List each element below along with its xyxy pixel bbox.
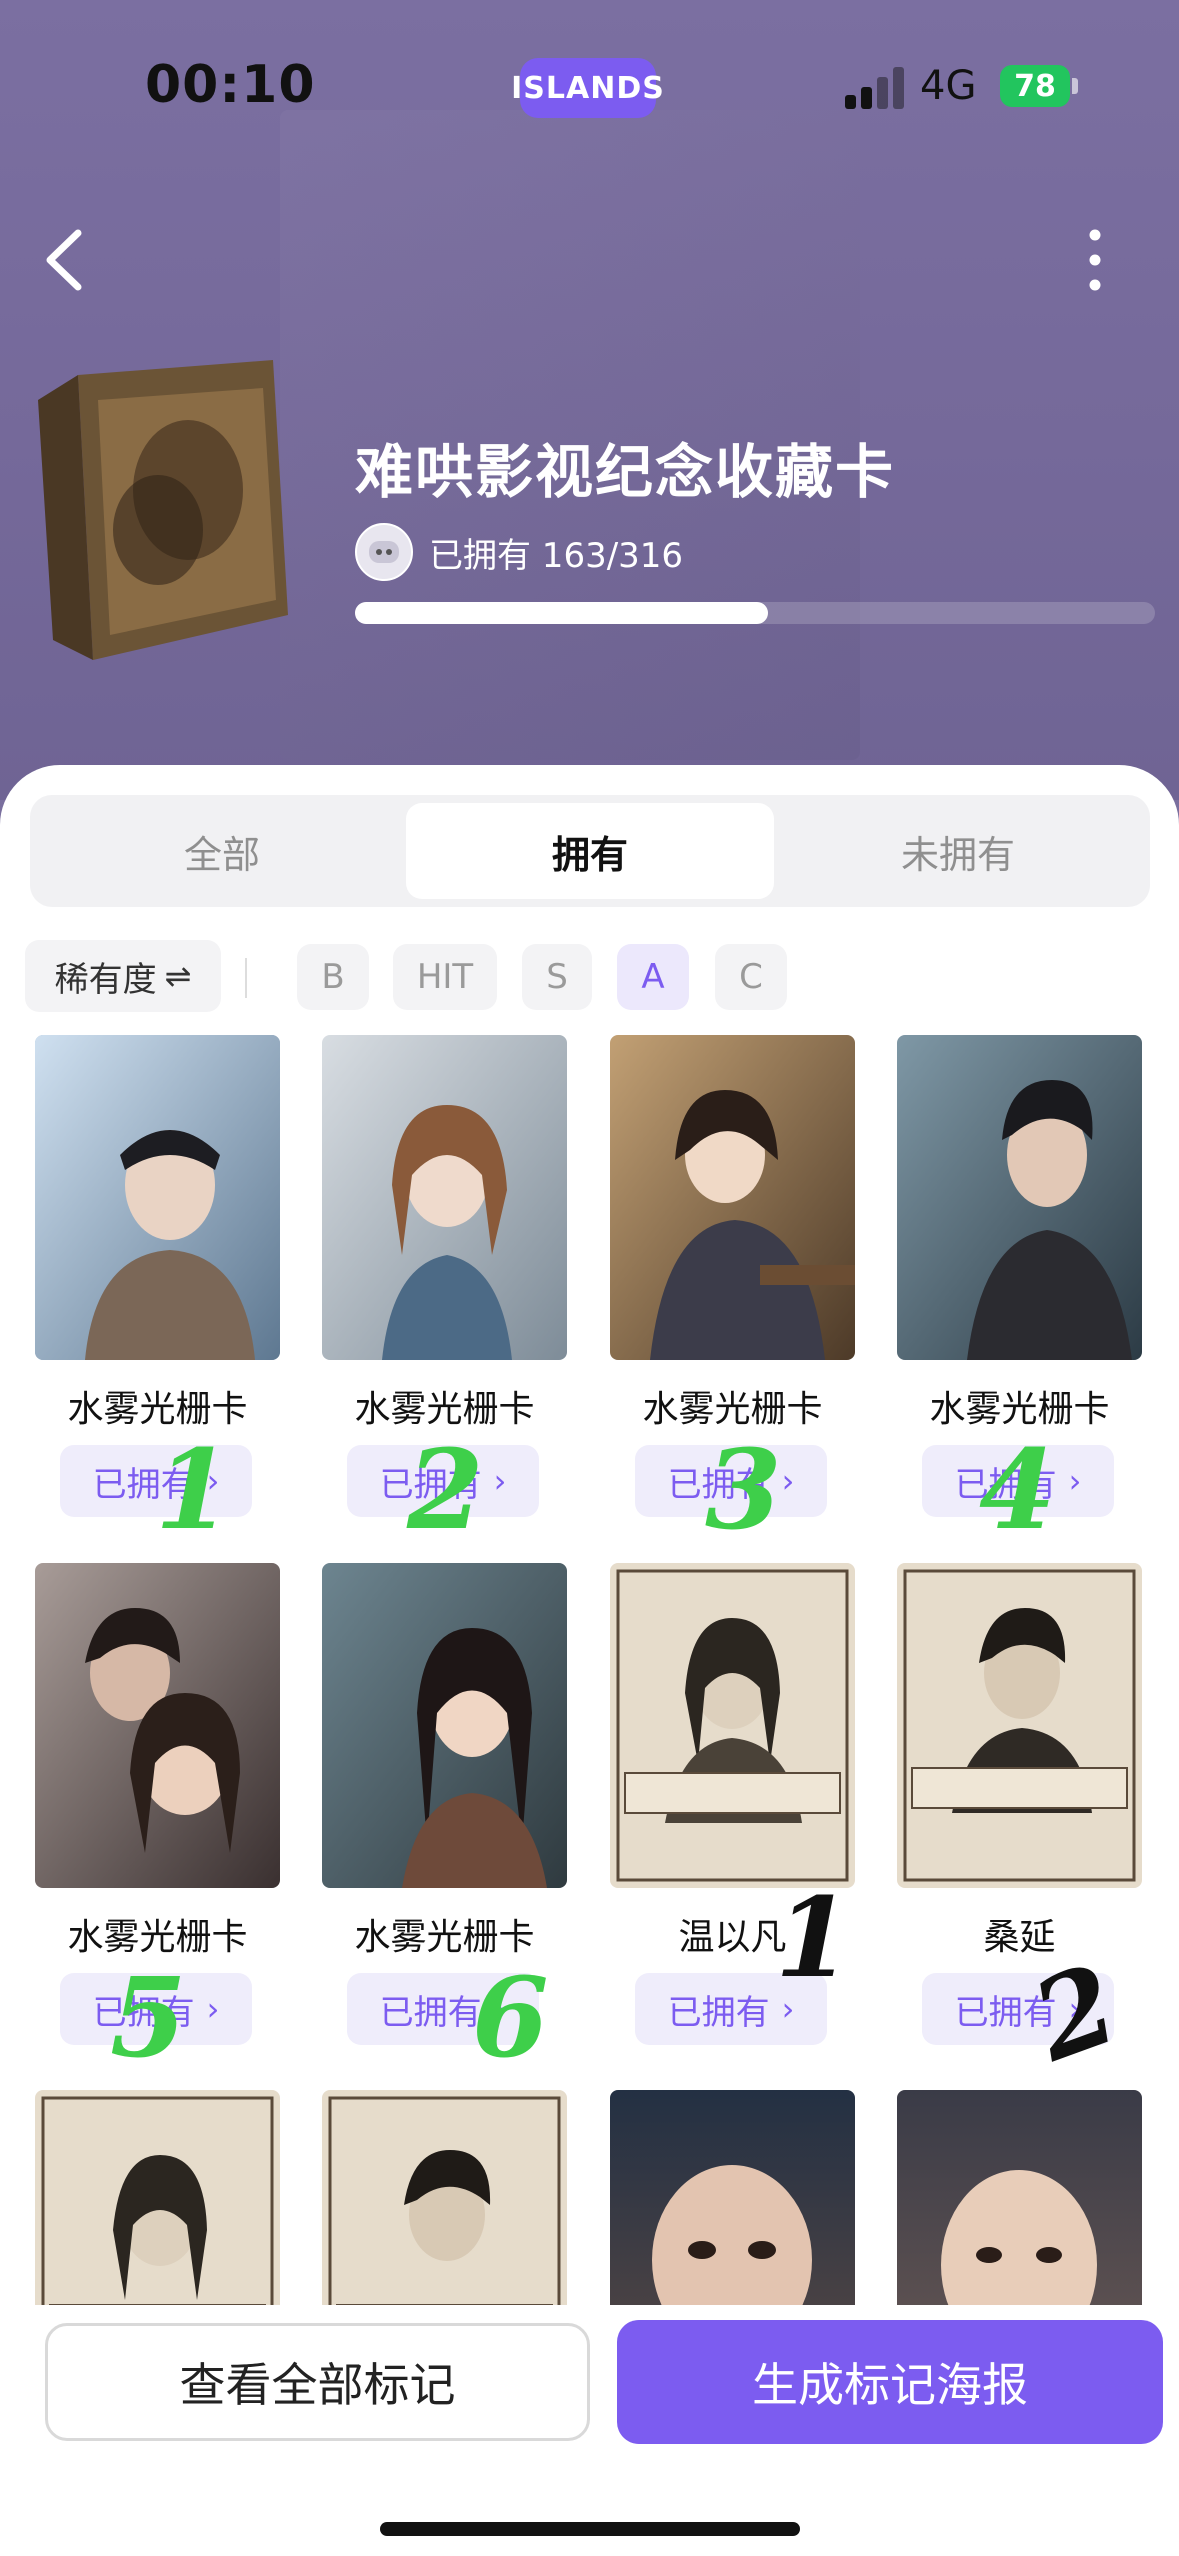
battery-level: 78: [1014, 68, 1056, 104]
more-icon[interactable]: [1080, 225, 1110, 295]
ownership-tabs: 全部 拥有 未拥有: [30, 795, 1150, 907]
chip-hit[interactable]: HIT: [393, 944, 497, 1010]
owned-label: 已拥有: [92, 1464, 195, 1505]
collection-progress: [355, 602, 1155, 624]
owned-button[interactable]: 已拥有 ›: [922, 1973, 1114, 2045]
card-image: [322, 1563, 567, 1888]
card-image: [35, 1563, 280, 1888]
chip-a[interactable]: A: [617, 944, 689, 1010]
battery-icon: 78: [1000, 65, 1070, 107]
card-image: [35, 1035, 280, 1360]
owned-count: 已拥有 163/316: [429, 535, 684, 576]
robot-avatar-icon: [369, 541, 399, 563]
card-title: 水雾光栅卡: [67, 1389, 248, 1430]
owned-button[interactable]: 已拥有 ›: [347, 1973, 539, 2045]
cellular-signal-icon: [845, 65, 907, 109]
status-bar: 00:10 ISLANDS 4G 78: [0, 0, 1179, 180]
collection-progress-fill: [355, 602, 768, 624]
network-type: 4G: [920, 63, 977, 109]
chevron-right-icon: ›: [781, 1990, 795, 2028]
generate-poster-button[interactable]: 生成标记海报: [617, 2320, 1163, 2444]
owned-button[interactable]: 已拥有 ›: [635, 1973, 827, 2045]
chevron-right-icon: ›: [206, 1990, 220, 2028]
tab-all[interactable]: 全部: [38, 803, 406, 899]
card-title: 水雾光栅卡: [929, 1389, 1110, 1430]
product-box-image: [38, 360, 288, 660]
bottom-action-bar: 查看全部标记 生成标记海报: [0, 2305, 1179, 2556]
card-image: [897, 1035, 1142, 1360]
chevron-right-icon: ›: [493, 1462, 507, 1500]
rarity-sort-button[interactable]: 稀有度 ⇌: [25, 940, 221, 1012]
card-title: 水雾光栅卡: [354, 1389, 535, 1430]
owned-label: 已拥有: [667, 1464, 770, 1505]
owned-button[interactable]: 已拥有 ›: [635, 1445, 827, 1517]
chevron-right-icon: ›: [781, 1462, 795, 1500]
owned-label: 已拥有: [954, 1992, 1057, 2033]
card-title: 水雾光栅卡: [642, 1389, 823, 1430]
view-all-marks-button[interactable]: 查看全部标记: [45, 2323, 590, 2441]
islands-pill[interactable]: ISLANDS: [511, 58, 664, 118]
card-image: [897, 1563, 1142, 1888]
card-title: 温以凡: [678, 1917, 787, 1958]
card-image: [322, 1035, 567, 1360]
owned-button[interactable]: 已拥有 ›: [922, 1445, 1114, 1517]
owned-label: 已拥有: [379, 1464, 482, 1505]
chip-s[interactable]: S: [522, 944, 592, 1010]
divider: [245, 958, 247, 998]
avatar: [355, 523, 413, 581]
collection-header: 00:10 ISLANDS 4G 78 难哄影视纪念收藏卡 已拥有 163/31…: [0, 0, 1179, 800]
home-indicator: [380, 2522, 800, 2536]
owned-label: 已拥有: [379, 1992, 482, 2033]
filter-row: 稀有度 ⇌ B HIT S A C: [25, 940, 1155, 1012]
swap-icon: ⇌: [164, 957, 192, 995]
chevron-right-icon: ›: [1068, 1990, 1082, 2028]
rarity-sort-label: 稀有度: [54, 959, 157, 1000]
battery-cap: [1072, 78, 1078, 94]
card-image: [610, 1035, 855, 1360]
owned-button[interactable]: 已拥有 ›: [347, 1445, 539, 1517]
status-time: 00:10: [145, 55, 316, 115]
chevron-right-icon: ›: [1068, 1462, 1082, 1500]
chevron-right-icon: ›: [206, 1462, 220, 1500]
tab-owned[interactable]: 拥有: [406, 803, 774, 899]
owned-label: 已拥有: [92, 1992, 195, 2033]
owned-summary: 已拥有 163/316: [355, 522, 683, 582]
collection-title: 难哄影视纪念收藏卡: [355, 438, 896, 506]
chevron-right-icon: ›: [493, 1990, 507, 2028]
owned-label: 已拥有: [954, 1464, 1057, 1505]
card-title: 水雾光栅卡: [67, 1917, 248, 1958]
owned-label: 已拥有: [667, 1992, 770, 2033]
chip-b[interactable]: B: [297, 944, 369, 1010]
owned-button[interactable]: 已拥有 ›: [60, 1973, 252, 2045]
chip-c[interactable]: C: [715, 944, 787, 1010]
tab-not-owned[interactable]: 未拥有: [774, 803, 1142, 899]
card-title: 水雾光栅卡: [354, 1917, 535, 1958]
owned-button[interactable]: 已拥有 ›: [60, 1445, 252, 1517]
card-title: 桑延: [983, 1917, 1056, 1958]
card-image: [610, 1563, 855, 1888]
back-icon[interactable]: [40, 225, 90, 295]
